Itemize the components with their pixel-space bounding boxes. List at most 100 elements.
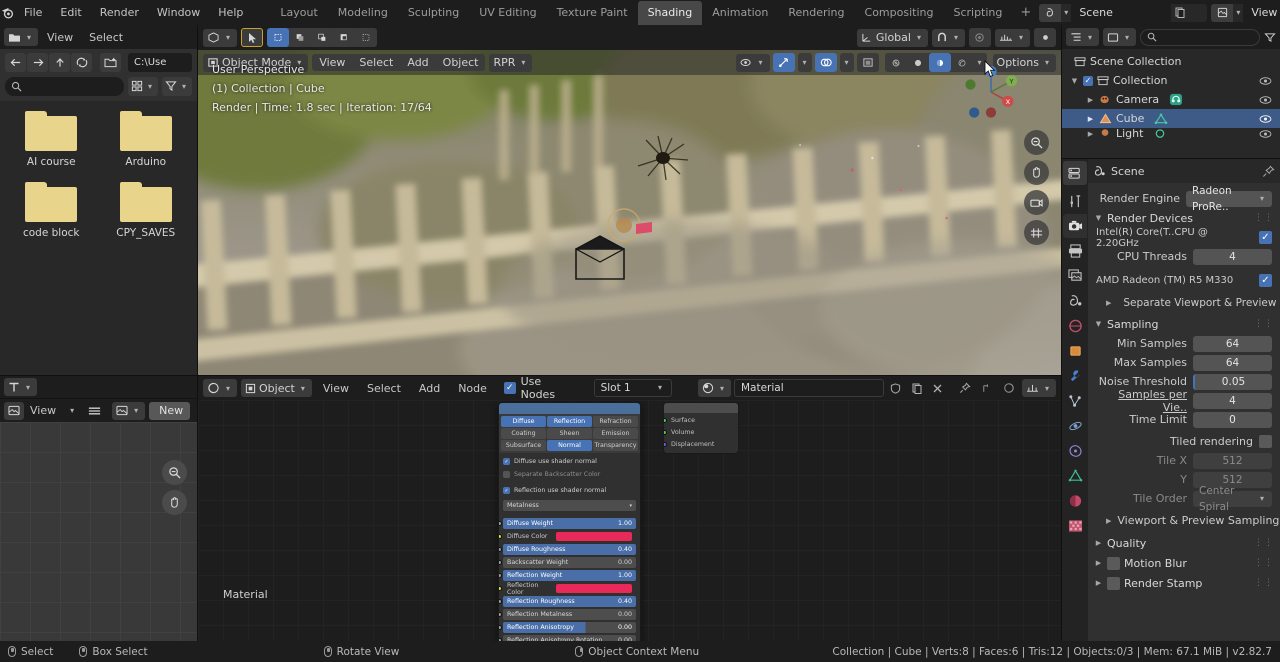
display-mode-caret-icon[interactable]: ▾ xyxy=(148,82,152,91)
image-datablock-button[interactable]: ▾ xyxy=(112,401,146,420)
checkbox-checked-icon[interactable]: ✓ xyxy=(503,458,510,465)
visibility-eye-icon[interactable] xyxy=(1259,76,1272,86)
add-workspace-button[interactable]: + xyxy=(1012,3,1039,22)
editor-type-caret-icon[interactable]: ▾ xyxy=(226,33,230,42)
filter-button[interactable]: ▾ xyxy=(161,76,192,96)
node-tab-normal[interactable]: Normal xyxy=(547,440,592,451)
visibility-eye-icon[interactable] xyxy=(1259,129,1272,139)
scene-new-icon[interactable] xyxy=(1171,4,1189,22)
color-swatch[interactable] xyxy=(556,532,632,541)
properties-tab-particles[interactable] xyxy=(1063,389,1087,413)
shader-type-caret-icon[interactable]: ▾ xyxy=(301,384,305,393)
properties-tab-view-layer[interactable] xyxy=(1063,264,1087,288)
outliner-row-collection[interactable]: ▼ ✓ Collection xyxy=(1062,71,1280,90)
gizmo-caret-icon[interactable]: ▾ xyxy=(797,53,812,72)
snap-caret-icon[interactable]: ▾ xyxy=(954,33,958,42)
proportional-edit-icon[interactable] xyxy=(968,28,991,47)
falloff-caret-icon[interactable]: ▾ xyxy=(1019,33,1023,42)
properties-tab-constraints[interactable] xyxy=(1063,439,1087,463)
viewport-editor-type-button[interactable]: ▾ xyxy=(203,28,238,47)
arrow-up-icon[interactable] xyxy=(49,52,70,72)
samples-per-view-row[interactable]: Samples per Vie.. 4 xyxy=(1088,388,1280,414)
zoom-icon[interactable] xyxy=(162,460,187,485)
new-folder-icon[interactable] xyxy=(100,52,121,72)
tiled-rendering-checkbox[interactable] xyxy=(1259,435,1272,448)
checkbox-unchecked-icon[interactable]: ✓ xyxy=(503,471,510,478)
visibility-eye-icon[interactable] xyxy=(1259,114,1272,124)
node-snap-caret-icon[interactable]: ▾ xyxy=(1045,384,1049,393)
viewport-menu-object[interactable]: Object xyxy=(436,54,486,71)
visibility-eye-icon[interactable] xyxy=(1259,95,1272,105)
menu-render[interactable]: Render xyxy=(91,3,148,22)
material-name-input[interactable]: Material xyxy=(733,379,884,397)
socket-yellow-icon[interactable] xyxy=(499,586,502,591)
max-samples-value[interactable]: 64 xyxy=(1193,354,1272,371)
node-snapping-button[interactable]: ▾ xyxy=(1021,379,1056,397)
tiled-rendering-row[interactable]: Tiled rendering xyxy=(1088,432,1280,451)
socket-grey-icon[interactable] xyxy=(499,625,502,630)
node-prop-backscatter-weight[interactable]: Backscatter Weight 0.00 xyxy=(499,557,636,568)
snap-node-icon[interactable] xyxy=(978,379,996,397)
hand-icon[interactable] xyxy=(162,490,187,515)
socket-grey-icon[interactable] xyxy=(499,599,502,604)
checkbox-checked-icon[interactable]: ✓ xyxy=(503,487,510,494)
file-item[interactable]: code block xyxy=(4,182,99,239)
node-tab-transparency[interactable]: Transparency xyxy=(593,440,638,451)
select-box-icon[interactable] xyxy=(267,28,290,47)
output-socket-volume[interactable]: Volume xyxy=(664,426,738,438)
material-slot-selector[interactable]: Slot 1 ▾ xyxy=(593,379,672,397)
properties-editor-type-button[interactable] xyxy=(1063,161,1087,185)
shading-material-icon[interactable] xyxy=(928,53,951,72)
file-browser-body[interactable]: AI course Arduino code block CPY_SAVES xyxy=(0,101,197,375)
mesh-data-icon[interactable] xyxy=(1154,113,1168,125)
disclosure-triangle-icon[interactable]: ▶ xyxy=(1106,299,1111,307)
gpu-device-row[interactable]: AMD Radeon (TM) R5 M330 ✓ xyxy=(1088,271,1280,290)
display-mode-button[interactable]: ▾ xyxy=(127,76,158,96)
node-prop-diffuse-roughness[interactable]: Diffuse Roughness 0.40 xyxy=(499,544,636,555)
node-prop-reflection-color[interactable]: Reflection Color xyxy=(499,582,636,596)
node-prop-reflection-roughness[interactable]: Reflection Roughness 0.40 xyxy=(499,596,636,607)
workspace-tab-animation[interactable]: Animation xyxy=(702,1,778,25)
socket-grey-icon[interactable] xyxy=(499,638,502,641)
select-subtract-icon[interactable] xyxy=(311,28,334,47)
overlays-caret-icon[interactable]: ▾ xyxy=(839,53,854,72)
socket-yellow-icon[interactable] xyxy=(499,534,502,539)
file-item[interactable]: AI course xyxy=(4,111,99,168)
scene-icon[interactable] xyxy=(1039,3,1062,22)
shader-menu-add[interactable]: Add xyxy=(412,380,447,397)
workspace-tab-modeling[interactable]: Modeling xyxy=(328,1,398,25)
outliner-filter-icon[interactable] xyxy=(1264,32,1276,43)
shading-solid-icon[interactable] xyxy=(906,53,929,72)
panel-header-motion-blur[interactable]: ▶ Motion Blur ⋮⋮ xyxy=(1088,553,1280,573)
shader-menu-node[interactable]: Node xyxy=(451,380,494,397)
unlink-x-icon[interactable] xyxy=(929,379,947,397)
shader-type-button[interactable]: Object ▾ xyxy=(241,379,312,397)
new-image-button[interactable]: plus-icon New xyxy=(149,401,191,420)
file-search-input[interactable] xyxy=(26,80,118,92)
slot-caret-icon[interactable]: ▾ xyxy=(658,380,662,396)
socket-grey-icon[interactable] xyxy=(499,612,502,617)
node-checkbox-row[interactable]: ✓ Diffuse use shader normal xyxy=(503,456,636,467)
workspace-tab-layout[interactable]: Layout xyxy=(270,1,327,25)
properties-tab-data[interactable] xyxy=(1063,464,1087,488)
disclosure-triangle-icon[interactable]: ▶ xyxy=(1106,517,1111,525)
socket-grey-icon[interactable] xyxy=(499,560,502,565)
node-tab-coating[interactable]: Coating xyxy=(501,428,546,439)
outliner-row-camera[interactable]: ▶ Camera xyxy=(1062,90,1280,109)
camera-object-gizmo[interactable] xyxy=(570,235,630,287)
separate-viewport-row[interactable]: ▶ Separate Viewport & Preview xyxy=(1088,293,1280,312)
disclosure-triangle-icon[interactable]: ▶ xyxy=(1086,115,1095,123)
tile-order-row[interactable]: Tile Order Center Spiral ▾ xyxy=(1088,485,1280,513)
shader-editor-type-button[interactable]: ▾ xyxy=(203,379,238,397)
menu-window[interactable]: Window xyxy=(148,3,209,22)
rpr-uber-shader-node[interactable]: Diffuse Reflection Refraction Coating Sh… xyxy=(498,402,641,641)
workspace-tab-texture-paint[interactable]: Texture Paint xyxy=(547,1,638,25)
xray-icon[interactable] xyxy=(856,53,879,72)
node-tab-refraction[interactable]: Refraction xyxy=(593,416,638,427)
outliner-tree[interactable]: Scene Collection ▼ ✓ Collection ▶ Camera… xyxy=(1062,49,1280,158)
camera-icon[interactable] xyxy=(1024,190,1049,215)
image-datablock-caret-icon[interactable]: ▾ xyxy=(134,406,138,415)
options-caret-icon[interactable]: ▾ xyxy=(1045,58,1049,67)
visibility-caret-icon[interactable]: ▾ xyxy=(759,58,763,67)
collection-checkbox[interactable]: ✓ xyxy=(1083,75,1093,86)
